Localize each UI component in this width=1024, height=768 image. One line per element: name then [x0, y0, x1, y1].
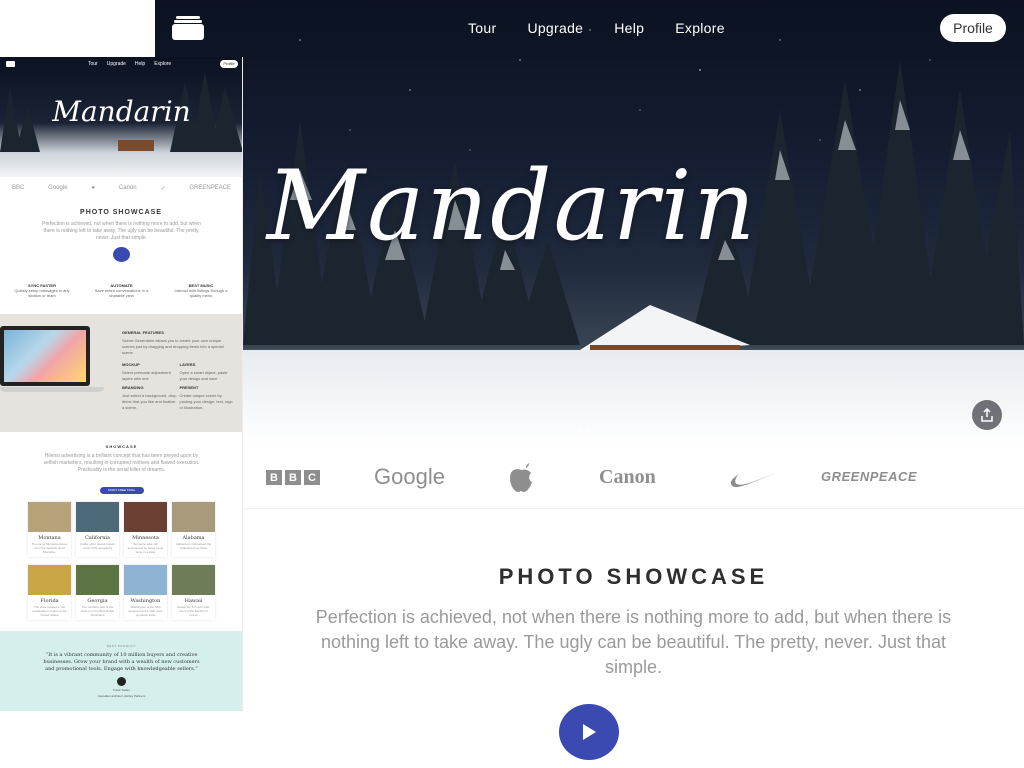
white-corner-block	[0, 0, 155, 57]
thumb-section-title: PHOTO SHOWCASE	[80, 209, 162, 216]
thumb-play-icon	[113, 247, 130, 262]
share-icon	[981, 408, 993, 422]
thumb-card-grid: Montana The name Montana comes from the S…	[28, 502, 216, 620]
play-button[interactable]	[559, 704, 619, 760]
thumb-card-image	[28, 565, 71, 595]
thumb-section-text: Perfection is achieved, not when there i…	[42, 221, 201, 241]
nav-explore[interactable]: Explore	[675, 20, 725, 36]
google-logo: Google	[374, 464, 445, 489]
apple-icon	[507, 461, 535, 498]
thumb-trial-button: START FREE TRIAL	[99, 487, 144, 494]
thumb-feature: SYNC FASTER Quickly setup messages in any…	[14, 283, 70, 298]
canon-logo: Canon	[599, 466, 656, 488]
greenpeace-logo: GREENPEACE	[821, 469, 918, 484]
thumb-apple-icon: ●	[91, 185, 96, 191]
share-button[interactable]	[972, 400, 1002, 430]
thumb-card-image	[124, 565, 167, 595]
thumb-card-image	[124, 502, 167, 532]
thumb-logo-text: Mandarin	[52, 95, 191, 128]
showcase-text: Perfection is achieved, not when there i…	[315, 607, 952, 677]
thumb-feature: BEST MUSIC Interact with listings through…	[174, 283, 228, 298]
thumb-brand-bar: BBC Google ● Canon ✓ GREENPEACE	[11, 185, 232, 192]
thumb-showcase2: SHOWCASE Hilensi advertising is a brilli…	[43, 444, 200, 494]
chevron-down-icon[interactable]	[576, 426, 592, 436]
thumb-nav: Tour Upgrade Help Explore	[88, 61, 172, 67]
thumb-card: Montana The name Montana comes from the S…	[28, 502, 71, 557]
thumb-card-image	[172, 502, 215, 532]
nike-icon	[729, 464, 779, 495]
thumb-card: Georgia The northern part of the state is…	[76, 565, 119, 620]
thumb-card: Hawaii Hawaii the 5 th and 13th, most of …	[172, 565, 215, 620]
thumb-card: Minnesota Someone else will accompany by …	[124, 502, 167, 557]
profile-button[interactable]: Profile	[940, 14, 1006, 42]
thumb-features: SYNC FASTER Quickly setup messages in any…	[10, 275, 233, 298]
thumb-card: California Unlike other places known much…	[76, 502, 119, 557]
brand-logo-bar: B B C Google Canon GREENPEACE	[243, 445, 1024, 509]
thumb-card: Alabama Alabama is nicknamed the Yellowha…	[172, 502, 215, 557]
top-nav: Tour Upgrade Help Explore	[468, 20, 725, 36]
thumb-card-image	[28, 502, 71, 532]
play-icon	[583, 724, 596, 740]
page-thumbnail-preview[interactable]: Tour Upgrade Help Explore Profile Mandar…	[0, 57, 243, 711]
thumb-menu-icon	[6, 61, 15, 67]
thumb-card-image	[76, 502, 119, 532]
thumb-profile: Profile	[220, 60, 238, 68]
thumb-card: Florida The state located in the southeas…	[28, 565, 71, 620]
thumb-testimonial: BEST PRODUCT “It is a vibrant community …	[0, 631, 242, 711]
thumb-card: Washington Washington is the 18th largest…	[124, 565, 167, 620]
nav-tour[interactable]: Tour	[468, 20, 496, 36]
thumb-avatar	[117, 677, 126, 686]
thumb-card-image	[172, 565, 215, 595]
menu-stack-icon[interactable]	[172, 16, 204, 40]
thumb-feature: AUTOMATE Save entire conversations in a s…	[94, 283, 149, 298]
thumb-hero: Tour Upgrade Help Explore Profile Mandar…	[0, 57, 242, 177]
photo-showcase-section: PHOTO SHOWCASE Perfection is achieved, n…	[243, 510, 1024, 768]
thumb-card-image	[76, 565, 119, 595]
thumb-general-features: GENERAL FEATURES Scene Generation allows…	[0, 314, 242, 432]
thumb-laptop-image	[0, 326, 90, 386]
nav-help[interactable]: Help	[614, 20, 644, 36]
nav-upgrade[interactable]: Upgrade	[527, 20, 583, 36]
thumb-nike-icon: ✓	[160, 185, 166, 192]
showcase-title: PHOTO SHOWCASE	[498, 564, 769, 589]
bbc-logo: B B C	[266, 470, 320, 485]
